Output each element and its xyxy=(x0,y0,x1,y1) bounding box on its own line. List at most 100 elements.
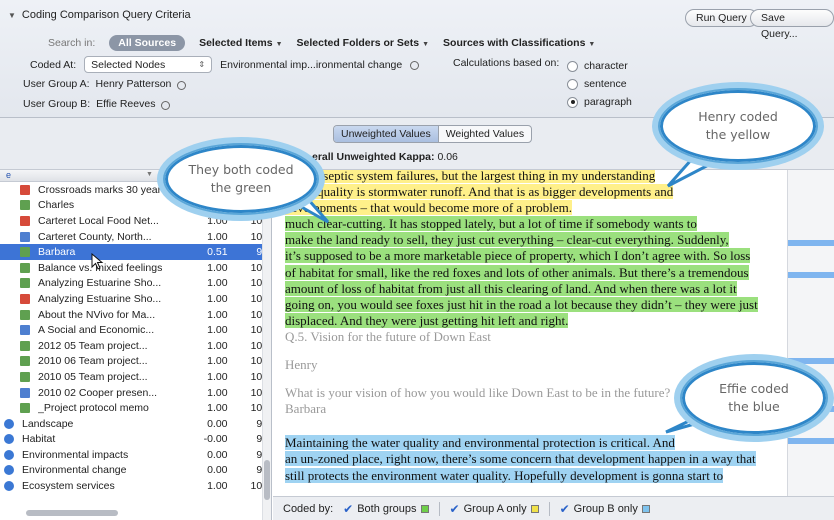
green-line-2: make the land ready to sell, they just c… xyxy=(285,232,729,248)
list-item-name: Analyzing Estuarine Sho... xyxy=(38,277,162,290)
scope-selected-items[interactable]: Selected Items ▼ xyxy=(199,37,282,49)
both-groups-label: Both groups xyxy=(357,502,417,515)
callout-green-text: They both coded the green xyxy=(188,161,293,197)
search-in-label: Search in: xyxy=(48,37,96,49)
list-item-name: Carteret County, North... xyxy=(38,230,152,243)
callout-blue-text: Effie coded the blue xyxy=(719,380,789,416)
run-query-button[interactable]: Run Query xyxy=(685,9,758,27)
select-nodes-icon[interactable] xyxy=(410,61,420,70)
source-text-view[interactable]: on and septic system failures, but the l… xyxy=(273,170,787,496)
node-comparison-list: e ▼ Crossroads marks 30 yearsCharles0.Ca… xyxy=(0,170,272,520)
select-user-a-icon[interactable] xyxy=(177,80,187,90)
list-item[interactable]: A Social and Economic... 1.00 100. xyxy=(0,322,271,338)
list-item[interactable]: Analyzing Estuarine Sho... 1.00 100. xyxy=(0,291,271,307)
list-item-name: Ecosystem services xyxy=(22,480,115,493)
tab-unweighted-values[interactable]: Unweighted Values xyxy=(334,126,439,142)
list-item-name: 2012 05 Team project... xyxy=(38,339,148,352)
checkmark-icon: ✔ xyxy=(343,501,354,516)
list-item-name: Environmental change xyxy=(22,464,127,477)
coded-at-row: Coded At: Selected Nodes ⇕ Environmental… xyxy=(30,56,420,73)
list-item-name: Charles xyxy=(38,199,75,212)
coding-stripes-panel xyxy=(787,170,834,496)
group-b-only-checkbox[interactable]: ✔ Group B only xyxy=(560,502,650,516)
radio-character[interactable] xyxy=(567,60,578,72)
scope-classifications[interactable]: Sources with Classifications ▼ xyxy=(443,37,595,49)
user-b-value: Effie Reeves xyxy=(96,98,156,110)
user-a-label: User Group A: xyxy=(23,78,90,90)
list-item-kappa: 1.00 xyxy=(207,308,228,321)
values-segmented-control: Unweighted Values Weighted Values xyxy=(333,125,533,143)
list-item[interactable]: Balance vs. mixed feelings 1.00 100. xyxy=(0,260,271,276)
radio-sentence[interactable] xyxy=(567,78,578,90)
group-a-swatch xyxy=(530,504,539,513)
list-item[interactable]: Carteret Local Food Net... 1.00 100. xyxy=(0,213,271,229)
green-line-1: much clear-cutting. It has stopped latel… xyxy=(285,216,697,232)
kappa-value: 0.06 xyxy=(437,151,458,163)
group-a-only-checkbox[interactable]: ✔ Group A only xyxy=(450,502,539,516)
scope-classifications-label: Sources with Classifications xyxy=(443,37,586,49)
radio-paragraph[interactable] xyxy=(567,96,578,108)
callout-blue-line-1: Effie coded xyxy=(719,381,789,396)
list-item[interactable]: 2010 05 Team project... 1.00 100. xyxy=(0,369,271,385)
both-groups-swatch xyxy=(420,504,429,513)
list-item[interactable]: 2010 02 Cooper presen... 1.00 100. xyxy=(0,385,271,401)
document-icon xyxy=(20,231,30,242)
yellow-line-1: on and septic system failures, but the l… xyxy=(285,170,656,183)
list-item-kappa: 1.00 xyxy=(207,480,228,493)
list-item[interactable]: Ecosystem services 1.00 100. xyxy=(0,478,271,494)
list-item-kappa: 1.00 xyxy=(207,277,228,290)
list-item-name: Habitat xyxy=(22,433,56,446)
list-item-kappa: 1.00 xyxy=(207,355,228,368)
list-item[interactable]: 2012 05 Team project... 1.00 100. xyxy=(0,338,271,354)
coding-stripe xyxy=(788,240,834,246)
scope-all-sources[interactable]: All Sources xyxy=(109,35,186,51)
list-item-kappa: 0.00 xyxy=(207,448,228,461)
list-item[interactable]: Analyzing Estuarine Sho... 1.00 100. xyxy=(0,276,271,292)
node-icon xyxy=(4,449,14,460)
checkmark-icon: ✔ xyxy=(559,501,570,516)
list-item-kappa: 1.00 xyxy=(207,230,228,243)
list-item-name: 2010 06 Team project... xyxy=(38,355,148,368)
radio-paragraph-row[interactable]: paragraph xyxy=(567,93,632,111)
horizontal-scrollbar-thumb[interactable] xyxy=(26,510,118,516)
list-item[interactable]: Environmental impacts0.0099. xyxy=(0,447,271,463)
chevron-down-icon: ▼ xyxy=(275,41,283,48)
list-item-kappa: 0.00 xyxy=(207,464,228,477)
list-item[interactable]: 2010 06 Team project... 1.00 100. xyxy=(0,354,271,370)
list-item[interactable]: Barbara0.5193. xyxy=(0,244,271,260)
radio-sentence-row[interactable]: sentence xyxy=(567,75,632,93)
list-item-name: 2010 02 Cooper presen... xyxy=(38,386,158,399)
coded-at-label: Coded At: xyxy=(30,58,77,71)
kappa-summary: erall Unweighted Kappa: 0.06 xyxy=(312,151,458,163)
select-user-b-icon[interactable] xyxy=(161,100,171,110)
node-icon xyxy=(4,465,14,476)
list-item[interactable]: Landscape0.0099. xyxy=(0,416,271,432)
list-item[interactable]: Habitat-0.0099. xyxy=(0,432,271,448)
both-groups-checkbox[interactable]: ✔ Both groups xyxy=(343,501,429,516)
list-item[interactable]: _Project protocol memo 1.00 100. xyxy=(0,400,271,416)
node-icon xyxy=(4,434,14,445)
search-in-row: Search in: All Sources Selected Items ▼ S… xyxy=(48,35,595,51)
scope-selected-folders[interactable]: Selected Folders or Sets ▼ xyxy=(297,37,429,49)
save-query-button[interactable]: Save Query... xyxy=(750,9,834,40)
list-item-name: Carteret Local Food Net... xyxy=(38,214,159,227)
disclosure-triangle-icon[interactable]: ▼ xyxy=(8,11,16,20)
mouse-pointer-icon xyxy=(91,253,104,270)
callout-blue-line-2: the blue xyxy=(728,399,780,414)
column-header-e[interactable]: e xyxy=(6,170,11,180)
list-item[interactable]: About the NVivo for Ma... 1.00 100. xyxy=(0,307,271,323)
callout-yellow: Henry coded the yellow xyxy=(658,88,818,164)
coding-stripe xyxy=(788,438,834,444)
coded-at-select[interactable]: Selected Nodes ⇕ xyxy=(84,56,213,73)
tab-weighted-values[interactable]: Weighted Values xyxy=(439,126,531,142)
list-item[interactable]: Environmental change0.0098. xyxy=(0,463,271,479)
green-line-4: of habitat for small, like the red foxes… xyxy=(285,264,749,280)
document-icon xyxy=(20,356,30,367)
list-item-kappa: 1.00 xyxy=(207,324,228,337)
list-item[interactable]: Carteret County, North... 1.00 100. xyxy=(0,229,271,245)
vertical-scrollbar-thumb[interactable] xyxy=(264,460,270,500)
document-icon xyxy=(20,247,30,258)
criteria-header[interactable]: ▼ Coding Comparison Query Criteria xyxy=(8,9,191,21)
radio-character-row[interactable]: character xyxy=(567,57,632,75)
